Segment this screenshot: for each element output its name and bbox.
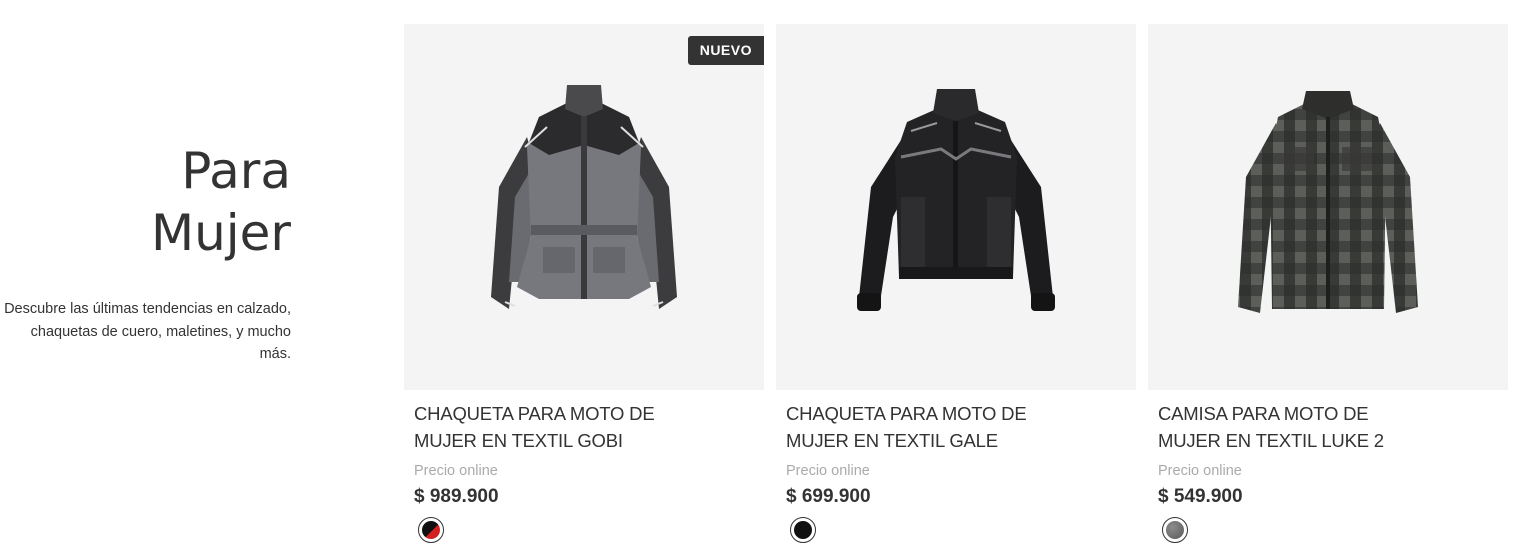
collection-title-line1: Para [181,142,291,200]
product-name[interactable]: CHAQUETA PARA MOTO DE MUJER EN TEXTIL GO… [414,400,674,454]
product-card-gale[interactable]: CHAQUETA PARA MOTO DE MUJER EN TEXTIL GA… [776,24,1136,543]
product-image-luke[interactable] [1148,24,1508,390]
price-label: Precio online [414,463,498,479]
product-image-gobi[interactable]: NUEVO [404,24,764,390]
product-price: $ 549.900 [1158,486,1243,507]
collection-description: Descubre las últimas tendencias en calza… [4,301,291,362]
product-name[interactable]: CAMISA PARA MOTO DE MUJER EN TEXTIL LUKE… [1158,400,1418,454]
swatch-fill [422,521,440,539]
collection-title: Para Mujer [0,140,291,264]
swatch-fill [794,521,812,539]
product-card-luke[interactable]: CAMISA PARA MOTO DE MUJER EN TEXTIL LUKE… [1148,24,1508,543]
new-badge: NUEVO [687,36,764,65]
color-swatch-black-red[interactable] [418,517,444,543]
color-swatch-gray[interactable] [1162,517,1188,543]
product-name[interactable]: CHAQUETA PARA MOTO DE MUJER EN TEXTIL GA… [786,400,1046,454]
product-image-gale[interactable] [776,24,1136,390]
collection-title-line2: Mujer [150,204,291,262]
product-price: $ 989.900 [414,486,499,507]
black-textile-jacket-image [857,89,1055,311]
product-price: $ 699.900 [786,486,871,507]
price-label: Precio online [1158,463,1242,479]
color-swatch-black[interactable] [790,517,816,543]
gray-plaid-shirt-image [1238,91,1418,313]
gray-black-textile-jacket-image [491,85,677,309]
price-label: Precio online [786,463,870,479]
product-card-gobi[interactable]: NUEVO CHAQUETA PARA MOTO DE MUJER EN TEX… [404,24,764,543]
swatch-fill [1166,521,1184,539]
